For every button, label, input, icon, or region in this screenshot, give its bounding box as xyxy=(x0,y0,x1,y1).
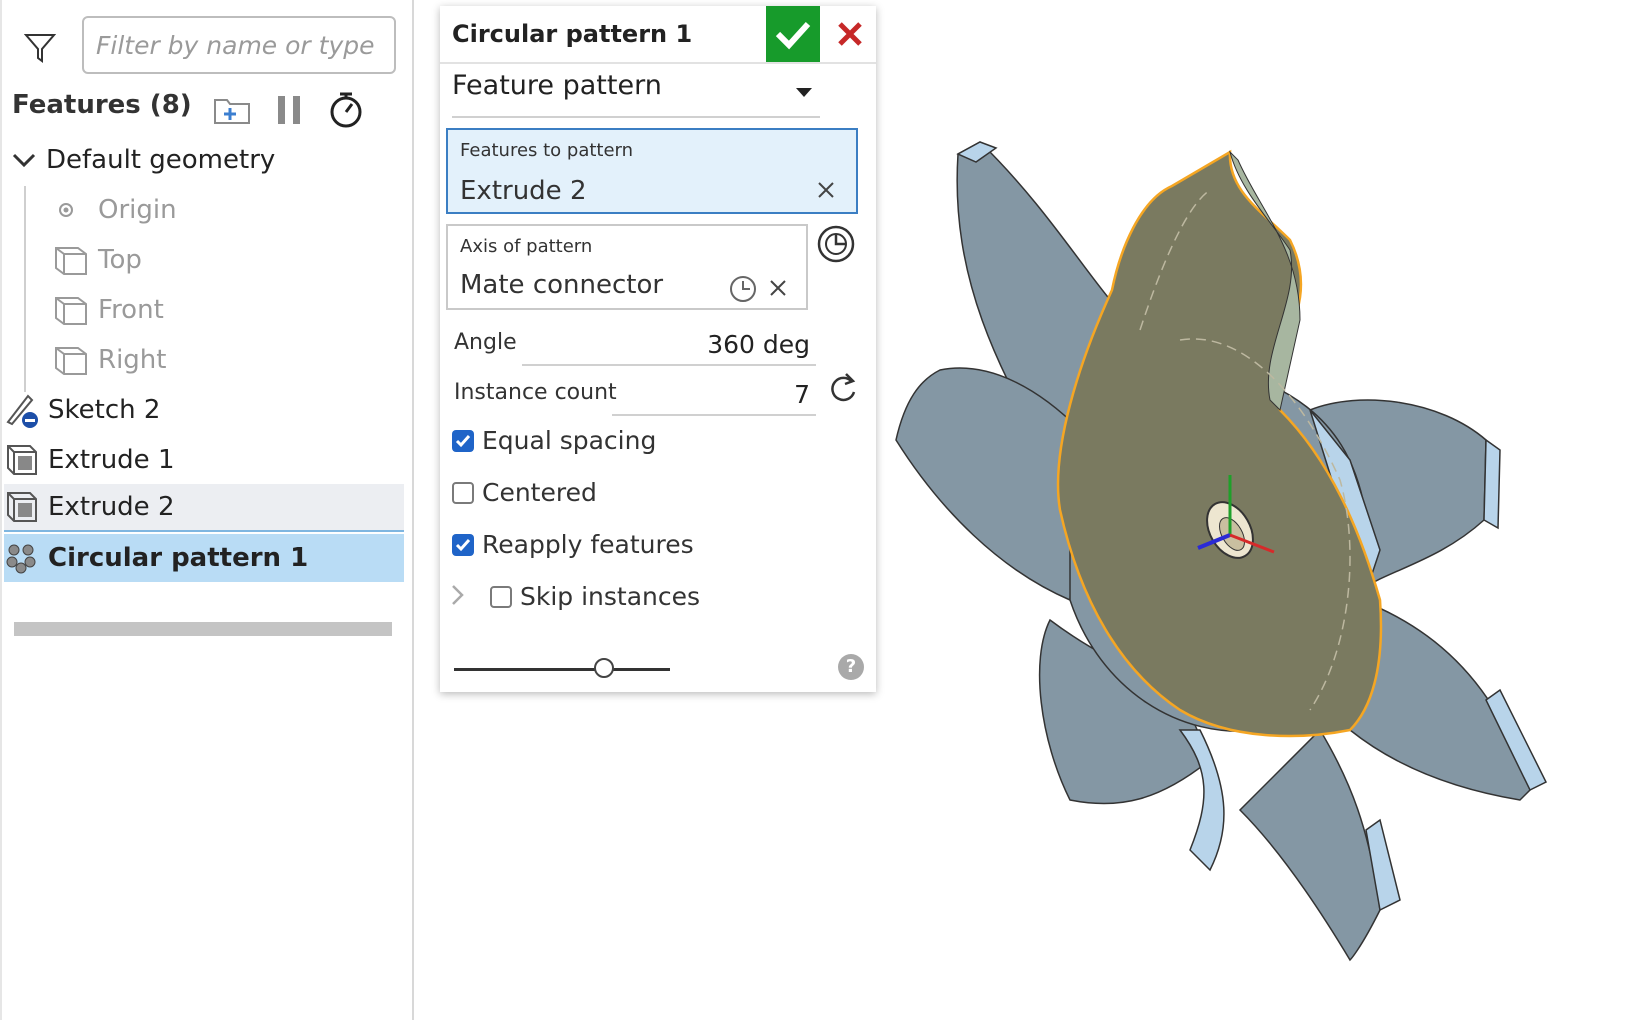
plane-icon xyxy=(55,297,87,325)
tree-item-label: Right xyxy=(98,345,167,375)
features-header: Features (8) xyxy=(12,90,192,120)
plane-icon xyxy=(55,247,87,275)
filter-icon[interactable] xyxy=(24,32,56,64)
reapply-features-label: Reapply features xyxy=(482,530,694,559)
close-icon xyxy=(838,22,862,46)
opacity-slider-handle[interactable] xyxy=(594,658,614,678)
flip-direction-icon[interactable] xyxy=(826,370,860,406)
extrude-icon xyxy=(7,492,37,522)
tree-item-sketch-2[interactable]: Sketch 2 xyxy=(4,386,404,434)
chevron-down-icon xyxy=(796,88,812,97)
dialog-title: Circular pattern 1 xyxy=(452,20,693,48)
chevron-down-icon[interactable] xyxy=(10,142,38,178)
checkmark-icon xyxy=(775,21,811,50)
extrude-icon xyxy=(7,445,37,475)
skip-instances-label: Skip instances xyxy=(520,582,701,611)
tree-item-label: Top xyxy=(98,245,142,275)
equal-spacing-label: Equal spacing xyxy=(482,426,657,455)
tree-item-origin[interactable]: Origin xyxy=(54,186,404,234)
tree-item-label: Origin xyxy=(98,195,177,225)
tree-item-extrude-2[interactable]: Extrude 2 xyxy=(4,484,404,532)
angle-label: Angle xyxy=(454,330,517,355)
tree-item-extrude-1[interactable]: Extrude 1 xyxy=(4,436,404,484)
check-icon xyxy=(455,539,471,552)
panel-edge xyxy=(0,0,2,1020)
equal-spacing-checkbox[interactable] xyxy=(452,430,474,452)
ok-button[interactable] xyxy=(766,6,820,62)
features-field-label: Features to pattern xyxy=(460,140,634,161)
tree-item-circular-pattern-1[interactable]: Circular pattern 1 xyxy=(4,534,404,582)
default-geometry-label: Default geometry xyxy=(46,145,276,175)
chevron-right-icon[interactable] xyxy=(450,582,466,608)
circular-pattern-dialog: Circular pattern 1 Feature pattern Featu… xyxy=(440,6,876,692)
pattern-type-dropdown[interactable]: Feature pattern xyxy=(452,70,820,118)
centered-checkbox[interactable] xyxy=(452,482,474,504)
origin-icon xyxy=(59,203,73,217)
help-icon[interactable]: ? xyxy=(838,654,864,680)
instance-count-label: Instance count xyxy=(454,380,617,405)
3d-viewport[interactable] xyxy=(880,130,1620,1000)
mate-connector-icon xyxy=(730,276,756,302)
cancel-button[interactable] xyxy=(824,6,876,62)
tree-item-label: Extrude 2 xyxy=(48,492,175,522)
tree-item-label: Front xyxy=(98,295,164,325)
tree-item-front[interactable]: Front xyxy=(54,286,404,334)
instance-count-input[interactable]: 7 xyxy=(680,380,810,409)
tree-item-label: Extrude 1 xyxy=(48,445,175,475)
pattern-type-value: Feature pattern xyxy=(452,70,662,101)
axis-field-label: Axis of pattern xyxy=(460,236,593,257)
features-to-pattern-field[interactable]: Features to pattern Extrude 2 xyxy=(446,128,858,214)
instance-count-underline xyxy=(612,414,816,416)
add-folder-icon[interactable] xyxy=(212,90,252,130)
circular-pattern-icon xyxy=(6,544,36,574)
tree-item-label: Circular pattern 1 xyxy=(48,543,309,573)
opacity-slider-track[interactable] xyxy=(454,668,670,671)
default-geometry-group[interactable]: Default geometry xyxy=(4,136,404,184)
plane-icon xyxy=(55,347,87,375)
tree-item-top[interactable]: Top xyxy=(54,236,404,284)
stopwatch-icon[interactable] xyxy=(326,90,366,130)
feature-tree-panel: Features (8) Default geometry Origin Top xyxy=(0,0,414,1020)
tree-item-label: Sketch 2 xyxy=(48,395,161,425)
sketch-icon xyxy=(6,394,38,428)
angle-underline xyxy=(522,364,816,366)
reapply-features-checkbox[interactable] xyxy=(452,534,474,556)
pause-icon[interactable] xyxy=(270,90,310,130)
clear-icon[interactable] xyxy=(768,278,788,298)
clear-icon[interactable] xyxy=(816,180,836,200)
angle-input[interactable]: 360 deg xyxy=(520,330,810,359)
centered-label: Centered xyxy=(482,478,597,507)
tree-item-right[interactable]: Right xyxy=(54,336,404,384)
dialog-divider xyxy=(440,62,876,64)
axis-of-pattern-field[interactable]: Axis of pattern Mate connector xyxy=(446,224,808,310)
filter-input[interactable] xyxy=(82,16,396,74)
tree-scrollbar[interactable] xyxy=(14,622,392,636)
features-field-value: Extrude 2 xyxy=(460,176,587,206)
mate-connector-icon[interactable] xyxy=(816,224,856,264)
axis-field-value: Mate connector xyxy=(460,270,664,300)
skip-instances-checkbox[interactable] xyxy=(490,586,512,608)
tree-guide-line xyxy=(24,186,26,392)
check-icon xyxy=(455,435,471,448)
